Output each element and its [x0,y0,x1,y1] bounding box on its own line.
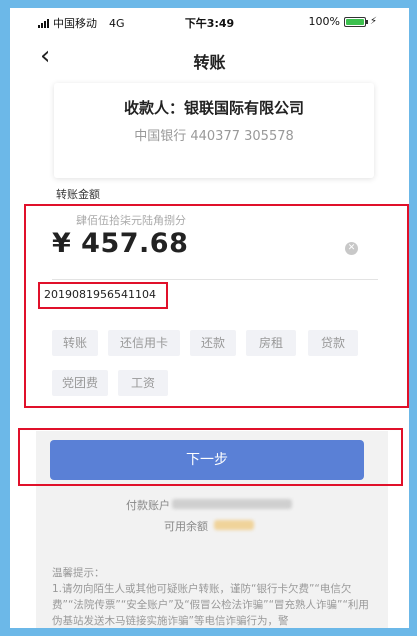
chip-transfer[interactable]: 转账 [52,330,98,356]
next-step-button[interactable]: 下一步 [50,440,364,480]
balance-label: 可用余额 [164,520,208,533]
safety-tips: 温馨提示： 1.请勿向陌生人或其他可疑账户转账，谨防“银行卡欠费”“电信欠费”“… [52,565,372,628]
amount-divider [52,279,378,280]
amount-in-words: 肆佰伍拾柒元陆角捌分 [76,214,186,227]
battery-icon [343,16,368,27]
status-right: 100% ⚡ [309,15,377,28]
nav-bar: ‹ 转账 [10,36,409,80]
chip-rent[interactable]: 房租 [246,330,296,356]
chip-party-fee[interactable]: 党团费 [52,370,108,396]
payee-name: 收款人：银联国际有限公司 [123,99,304,117]
chip-repay[interactable]: 还款 [190,330,236,356]
phone-screen: 中国移动 4G 下午3:49 100% ⚡ ‹ 转账 收款人：银联国际有限公司 … [10,8,409,628]
amount-input[interactable]: ¥ 457.68 [52,228,188,259]
transfer-reference[interactable]: 2019081956541104 [44,288,156,301]
payer-account-label: 付款账户 [126,499,170,512]
charging-icon: ⚡ [369,16,377,27]
tips-body: 1.请勿向陌生人或其他可疑账户转账，谨防“银行卡欠费”“电信欠费”“法院传票”“… [52,583,369,627]
battery-percent: 100% [308,15,340,28]
chip-credit-card[interactable]: 还信用卡 [108,330,180,356]
clear-icon[interactable]: ✕ [345,242,358,255]
chip-salary[interactable]: 工资 [118,370,168,396]
tips-heading: 温馨提示： [52,567,105,579]
amount-label: 转账金额 [56,188,100,201]
payer-account-redacted[interactable] [172,499,292,509]
chip-loan[interactable]: 贷款 [308,330,358,356]
payee-card: 收款人：银联国际有限公司 中国银行 440377 305578 [54,83,374,178]
balance-redacted [214,520,254,530]
status-bar: 中国移动 4G 下午3:49 100% ⚡ [10,8,409,36]
page-title: 转账 [193,53,226,72]
payee-account: 中国银行 440377 305578 [134,129,294,144]
